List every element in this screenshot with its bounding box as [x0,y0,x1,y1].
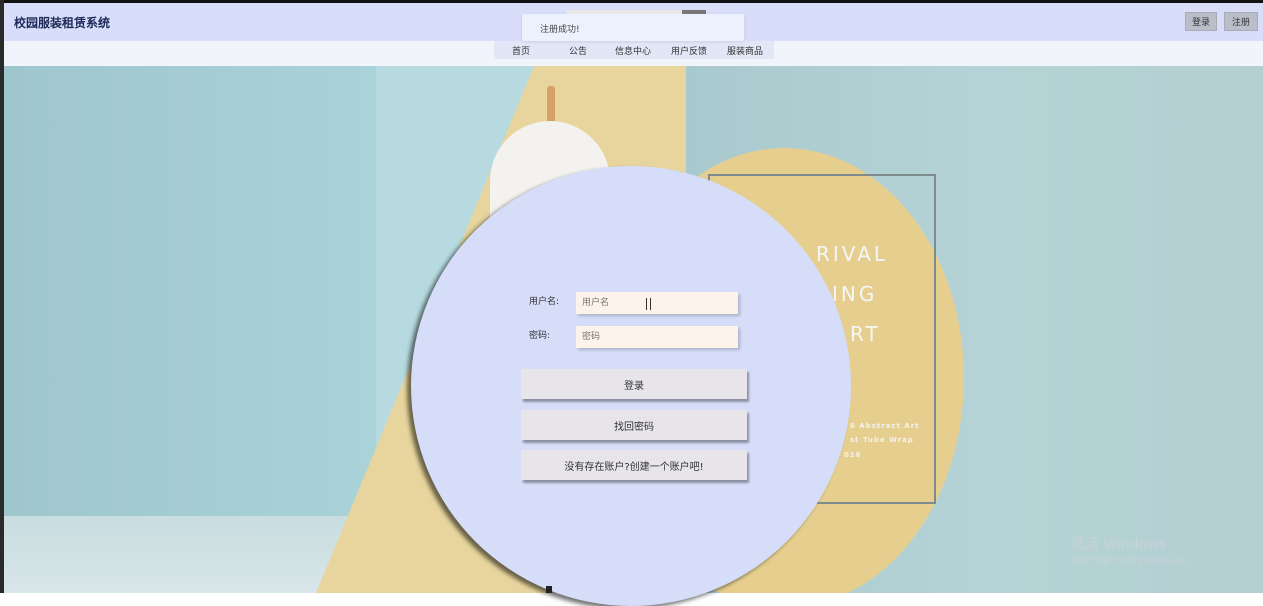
login-button[interactable]: 登录 [521,369,747,399]
windows-activation-title: 激活 Windows [1071,537,1166,553]
username-input[interactable] [576,292,738,314]
create-account-button[interactable]: 没有存在账户?创建一个账户吧! [521,450,747,480]
forgot-password-button[interactable]: 找回密码 [521,410,747,440]
poster-line-2: ING [832,282,878,306]
poster-small-1: 6 Abstract Art [850,422,920,430]
nav-item-home[interactable]: 首页 [512,44,530,57]
username-label: 用户名: [529,297,560,307]
toast-top-bar [566,10,686,14]
poster-line-1: RIVAL [816,242,889,266]
nav-item-info-center[interactable]: 信息中心 [615,44,651,57]
nav-bar: 首页 公告 信息中心 用户反馈 服装商品 [4,41,1263,66]
poster-line-3: RT [850,322,881,346]
password-label: 密码: [529,331,551,341]
toast-message: 注册成功! [540,25,580,35]
nav-item-feedback[interactable]: 用户反馈 [671,44,707,57]
password-input[interactable] [576,326,738,348]
mannequin-stand [547,86,555,126]
windows-activation-subtitle: 转到"设置"以激活 Windows。 [1071,557,1195,567]
header-login-button[interactable]: 登录 [1185,12,1217,31]
toast-top-bar-dark [682,10,706,14]
nav-item-announcement[interactable]: 公告 [569,44,587,57]
text-cursor-icon [646,298,651,310]
nav-menu: 首页 公告 信息中心 用户反馈 服装商品 [494,41,774,59]
stand-pole [546,586,552,593]
success-toast: 注册成功! [522,10,744,41]
header-register-button[interactable]: 注册 [1224,12,1258,31]
wall-left [4,66,376,593]
poster-small-3: 016 [844,451,862,459]
poster-small-2: st Tube Wrap [850,436,914,444]
site-title: 校园服装租赁系统 [14,16,111,30]
nav-item-clothing[interactable]: 服装商品 [727,44,763,57]
